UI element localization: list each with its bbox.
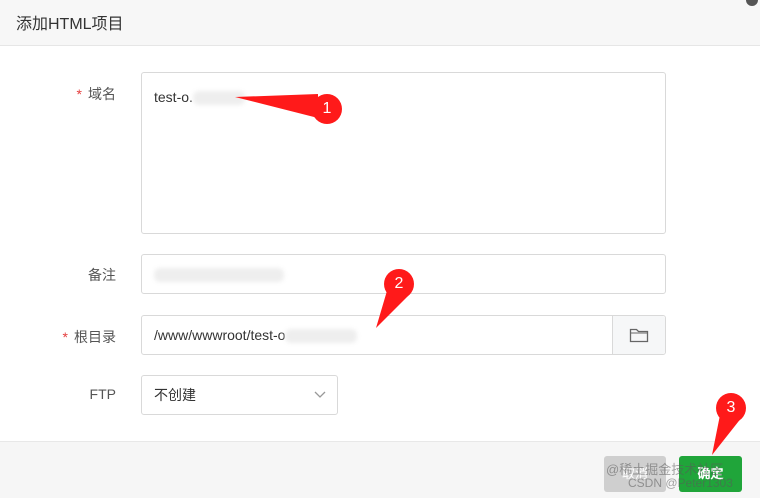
arrow-1 [235, 94, 318, 118]
annotation-marker-1: 1 [312, 94, 342, 124]
annotation-marker-3: 3 [716, 393, 746, 423]
annotation-arrows [235, 94, 742, 455]
annotation-marker-2: 2 [384, 269, 414, 299]
add-html-project-dialog: 添加HTML项目 * 域名 test-o. 备注 * 根目录 /www/wwwroo… [0, 0, 760, 498]
